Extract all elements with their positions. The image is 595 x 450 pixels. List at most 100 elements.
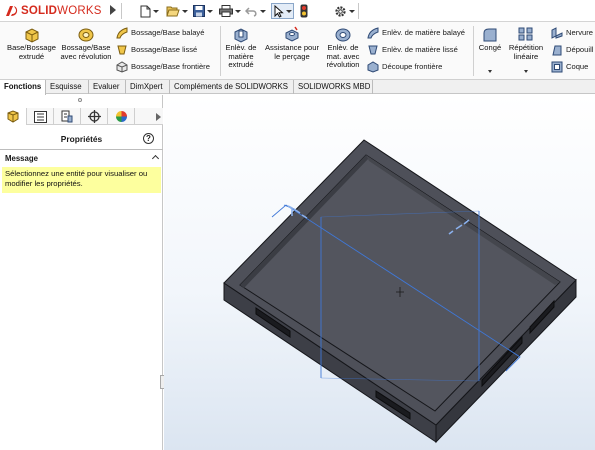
feature-manager-tab[interactable]	[0, 108, 27, 125]
brand-solid: SOLID	[21, 5, 58, 17]
options-icon	[335, 5, 346, 17]
save-icon	[193, 5, 205, 17]
swept-cut-label: Enlèv. de matière balayé	[382, 28, 466, 37]
boundary-cut-button[interactable]: Découpe frontière	[367, 58, 442, 75]
tray-inner-floor	[239, 154, 561, 412]
model-view	[223, 139, 577, 444]
new-icon	[140, 5, 151, 17]
new-document-button[interactable]	[140, 3, 159, 19]
ribbon-separator	[473, 26, 474, 76]
fillet-label: Congé	[478, 43, 502, 52]
shell-button[interactable]: Coque	[551, 58, 588, 75]
command-manager: Base/Bossage extrudé Bossage/Base avec r…	[0, 22, 595, 79]
extruded-cut-label: Enlèv. de matière extrudé	[225, 43, 257, 70]
hole-wizard-icon	[285, 26, 299, 42]
draft-icon	[552, 45, 562, 55]
fillet-button[interactable]: Congé	[475, 26, 505, 53]
select-icon	[274, 4, 284, 18]
configuration-icon	[61, 110, 73, 123]
panel-divider	[0, 149, 163, 150]
boundary-boss-label: Bossage/Base frontière	[131, 62, 210, 71]
appearance-icon	[115, 111, 127, 122]
rib-label: Nervure	[566, 28, 594, 37]
chevron-up-icon[interactable]	[151, 154, 160, 163]
swept-boss-label: Bossage/Base balayé	[131, 28, 205, 37]
rebuild-button[interactable]	[300, 3, 308, 19]
linear-pattern-label: Répétition linéaire	[508, 43, 544, 61]
swept-cut-button[interactable]: Enlèv. de matière balayé	[367, 24, 465, 41]
command-tabs: Fonctions Esquisse Evaluer DimXpert Comp…	[0, 79, 595, 95]
tab-mbd[interactable]: SOLIDWORKS MBD	[294, 80, 373, 94]
manager-tabs	[0, 108, 163, 125]
rib-icon	[551, 26, 563, 39]
lofted-cut-icon	[368, 45, 378, 54]
draft-button[interactable]: Dépouill	[551, 41, 593, 58]
property-list-icon	[33, 110, 47, 123]
fillet-icon	[483, 28, 497, 42]
help-icon[interactable]: ?	[143, 133, 154, 144]
tab-esquisse[interactable]: Esquisse	[46, 80, 89, 94]
extruded-boss-icon	[25, 28, 38, 43]
extruded-boss-label: Base/Bossage extrudé	[7, 43, 56, 61]
tab-fonctions[interactable]: Fonctions	[0, 80, 46, 95]
boundary-cut-icon	[367, 60, 379, 73]
tab-evaluer[interactable]: Evaluer	[89, 80, 126, 94]
linear-pattern-icon	[518, 27, 533, 41]
toolbar-separator	[358, 3, 359, 19]
graphics-viewport[interactable]	[164, 95, 595, 450]
shell-icon	[551, 61, 563, 72]
message-box: Sélectionnez une entité pour visualiser …	[2, 167, 161, 193]
rebuild-icon	[300, 4, 308, 18]
expand-menu-arrow-icon[interactable]	[110, 5, 116, 15]
swept-boss-icon	[116, 26, 128, 38]
fillet-dropdown-icon[interactable]	[488, 70, 492, 73]
open-button[interactable]	[166, 3, 188, 19]
lofted-boss-label: Bossage/Base lissé	[131, 45, 198, 54]
lofted-boss-icon	[117, 45, 127, 54]
property-manager-tab[interactable]	[27, 108, 54, 125]
print-button[interactable]	[219, 3, 241, 19]
undo-icon	[245, 6, 257, 17]
hole-wizard-button[interactable]: Assistance pour le perçage	[261, 26, 323, 61]
revolved-cut-button[interactable]: Enlèv. de mat. avec révolution	[323, 26, 363, 70]
select-button[interactable]	[271, 3, 294, 19]
lofted-cut-label: Enlèv. de matière lissé	[382, 45, 458, 54]
save-button[interactable]	[193, 3, 213, 19]
lofted-boss-button[interactable]: Bossage/Base lissé	[116, 41, 197, 58]
dimxpert-manager-tab[interactable]	[81, 108, 108, 125]
solidworks-logo[interactable]: SOLIDWORKS	[4, 3, 102, 19]
revolved-boss-label: Bossage/Base avec révolution	[60, 43, 112, 61]
linear-pattern-button[interactable]: Répétition linéaire	[506, 26, 546, 61]
brand-works: WORKS	[57, 5, 102, 17]
open-icon	[166, 6, 180, 17]
feature-tree-icon	[7, 110, 19, 123]
rib-button[interactable]: Nervure	[551, 24, 593, 41]
extruded-boss-button[interactable]: Base/Bossage extrudé	[3, 26, 60, 61]
panel-grip-icon[interactable]	[78, 98, 82, 102]
linear-pattern-dropdown-icon[interactable]	[524, 70, 528, 73]
configuration-manager-tab[interactable]	[54, 108, 81, 125]
ds-logo-icon	[6, 6, 18, 16]
message-section-header[interactable]: Message	[5, 154, 160, 165]
lofted-cut-button[interactable]: Enlèv. de matière lissé	[367, 41, 458, 58]
tab-dimxpert[interactable]: DimXpert	[126, 80, 170, 94]
panel-title: Propriétés	[60, 134, 103, 144]
extruded-cut-button[interactable]: Enlèv. de matière extrudé	[222, 26, 260, 70]
display-manager-tab[interactable]	[108, 108, 135, 125]
revolved-cut-label: Enlèv. de mat. avec révolution	[326, 43, 360, 70]
hole-wizard-label: Assistance pour le perçage	[264, 43, 320, 61]
title-bar: SOLIDWORKS	[0, 0, 595, 22]
options-button[interactable]	[334, 3, 355, 19]
toolbar-separator	[121, 3, 122, 19]
message-header-label: Message	[5, 154, 38, 163]
swept-boss-button[interactable]: Bossage/Base balayé	[116, 24, 204, 41]
shell-label: Coque	[566, 62, 589, 71]
boundary-boss-button[interactable]: Bossage/Base frontière	[116, 58, 210, 75]
boundary-boss-icon	[116, 60, 128, 73]
ribbon-separator	[220, 26, 221, 76]
revolved-boss-button[interactable]: Bossage/Base avec révolution	[60, 26, 112, 61]
tab-complements[interactable]: Compléments de SOLIDWORKS	[170, 80, 294, 94]
swept-cut-icon	[367, 26, 379, 38]
undo-button[interactable]	[245, 3, 266, 19]
more-tabs-arrow-icon[interactable]	[156, 113, 161, 121]
